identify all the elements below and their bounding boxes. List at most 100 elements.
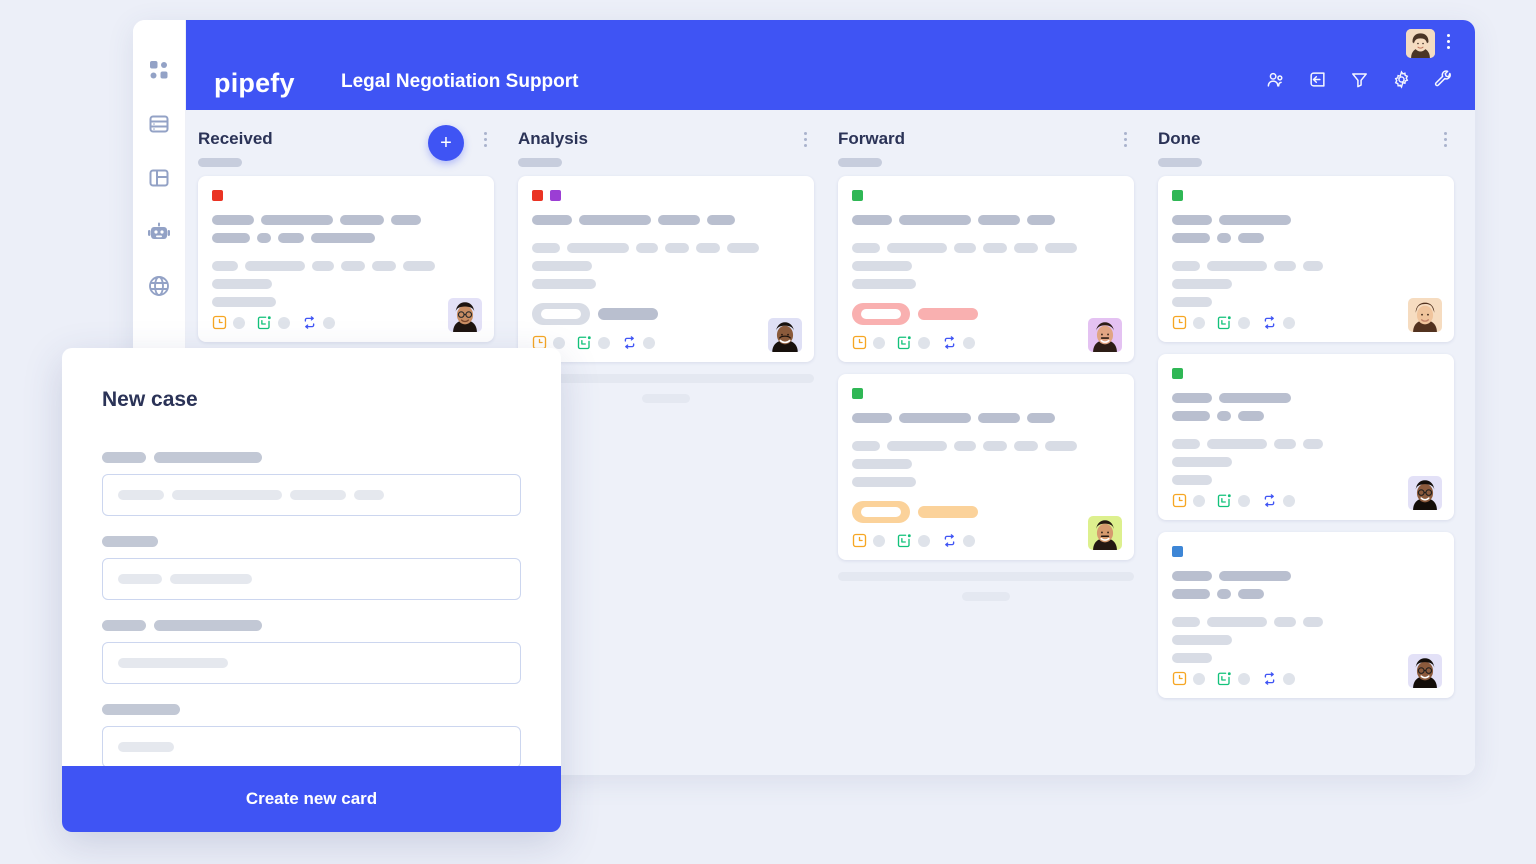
- card-status-chips: [1172, 190, 1440, 201]
- card-assignee-avatar[interactable]: [768, 318, 802, 352]
- repeat-loop-icon[interactable]: [1262, 493, 1277, 508]
- column-title: Forward: [838, 129, 906, 148]
- kanban-card[interactable]: [838, 176, 1134, 362]
- text-input[interactable]: [102, 558, 521, 600]
- kanban-card[interactable]: [1158, 176, 1454, 342]
- calendar-note-icon[interactable]: [897, 533, 912, 548]
- inbox-import-icon[interactable]: [1308, 70, 1327, 89]
- column-kebab-menu[interactable]: [1438, 132, 1452, 152]
- clock-due-date-icon[interactable]: [852, 335, 867, 350]
- form-field: [102, 536, 521, 600]
- repeat-loop-icon[interactable]: [622, 335, 637, 350]
- screen-root: pipefy Legal Negotiation Support Receive…: [0, 0, 1536, 864]
- footer-value-placeholder: [233, 316, 245, 329]
- footer-value-placeholder: [598, 336, 610, 349]
- robot-automation-icon[interactable]: [147, 220, 171, 244]
- field-label-placeholder: [102, 452, 521, 463]
- repeat-loop-icon[interactable]: [942, 335, 957, 350]
- header-kebab-menu[interactable]: [1441, 34, 1455, 54]
- kanban-card[interactable]: [1158, 532, 1454, 698]
- status-chip: [852, 388, 863, 399]
- column-footer-pill: [642, 394, 690, 403]
- clock-due-date-icon[interactable]: [212, 315, 227, 330]
- footer-value-placeholder: [1238, 494, 1250, 507]
- grid-dashboard-icon[interactable]: [147, 58, 171, 82]
- calendar-note-icon[interactable]: [897, 335, 912, 350]
- database-list-icon[interactable]: [147, 112, 171, 136]
- avatar-face-icon: [1408, 476, 1442, 510]
- card-status-chips: [212, 190, 480, 201]
- card-footer: [532, 335, 800, 350]
- column-kebab-menu[interactable]: [1118, 132, 1132, 152]
- avatar-face-icon: [1088, 516, 1122, 550]
- text-input[interactable]: [102, 726, 521, 768]
- clock-due-date-icon[interactable]: [1172, 493, 1187, 508]
- card-status-chips: [532, 190, 800, 201]
- calendar-note-icon[interactable]: [1217, 671, 1232, 686]
- repeat-loop-icon[interactable]: [302, 315, 317, 330]
- calendar-note-icon[interactable]: [257, 315, 272, 330]
- card-assignee-avatar[interactable]: [1408, 298, 1442, 332]
- card-tag-bar: [918, 308, 978, 320]
- kanban-card[interactable]: [198, 176, 494, 342]
- calendar-note-icon[interactable]: [1217, 315, 1232, 330]
- card-status-chips: [852, 388, 1120, 399]
- column-kebab-menu[interactable]: [798, 132, 812, 152]
- footer-value-placeholder: [1283, 316, 1295, 329]
- clock-due-date-icon[interactable]: [1172, 315, 1187, 330]
- status-chip: [532, 190, 543, 201]
- add-card-button[interactable]: +: [428, 125, 464, 161]
- text-input[interactable]: [102, 642, 521, 684]
- kanban-card[interactable]: [1158, 354, 1454, 520]
- calendar-note-icon[interactable]: [1217, 493, 1232, 508]
- status-chip: [1172, 368, 1183, 379]
- card-assignee-avatar[interactable]: [448, 298, 482, 332]
- card-footer: [1172, 493, 1440, 508]
- card-status-chips: [852, 190, 1120, 201]
- clock-due-date-icon[interactable]: [1172, 671, 1187, 686]
- gear-settings-icon[interactable]: [1392, 70, 1411, 89]
- card-status-chips: [1172, 368, 1440, 379]
- card-tag-pill: [532, 303, 590, 325]
- create-new-card-button[interactable]: Create new card: [62, 766, 561, 832]
- card-status-chips: [1172, 546, 1440, 557]
- column-footer-bar: [518, 374, 814, 383]
- clock-due-date-icon[interactable]: [852, 533, 867, 548]
- card-assignee-avatar[interactable]: [1088, 516, 1122, 550]
- members-icon[interactable]: [1266, 70, 1285, 89]
- text-input[interactable]: [102, 474, 521, 516]
- wrench-tools-icon[interactable]: [1434, 70, 1453, 89]
- footer-value-placeholder: [1238, 672, 1250, 685]
- footer-value-placeholder: [873, 534, 885, 547]
- calendar-note-icon[interactable]: [577, 335, 592, 350]
- column-header: Done: [1158, 124, 1454, 176]
- card-assignee-avatar[interactable]: [1408, 476, 1442, 510]
- column-kebab-menu[interactable]: [478, 132, 492, 152]
- form-field: [102, 704, 521, 768]
- header-toolbar: [1266, 70, 1453, 89]
- repeat-loop-icon[interactable]: [1262, 315, 1277, 330]
- footer-value-placeholder: [553, 336, 565, 349]
- footer-value-placeholder: [278, 316, 290, 329]
- globe-portal-icon[interactable]: [147, 274, 171, 298]
- repeat-loop-icon[interactable]: [942, 533, 957, 548]
- avatar-face-icon: [1408, 298, 1442, 332]
- status-chip: [852, 190, 863, 201]
- column-subtitle-placeholder: [518, 158, 562, 167]
- card-assignee-avatar[interactable]: [1088, 318, 1122, 352]
- status-chip: [550, 190, 561, 201]
- column-subtitle-placeholder: [838, 158, 882, 167]
- card-assignee-avatar[interactable]: [1408, 654, 1442, 688]
- filter-icon[interactable]: [1350, 70, 1369, 89]
- pipefy-logo[interactable]: pipefy: [214, 68, 295, 99]
- layout-panel-icon[interactable]: [147, 166, 171, 190]
- column-footer-pill: [962, 592, 1010, 601]
- footer-value-placeholder: [1193, 316, 1205, 329]
- kanban-card[interactable]: [838, 374, 1134, 560]
- avatar[interactable]: [1406, 29, 1435, 58]
- card-footer: [1172, 315, 1440, 330]
- repeat-loop-icon[interactable]: [1262, 671, 1277, 686]
- avatar-face-icon: [1088, 318, 1122, 352]
- column-title: Done: [1158, 129, 1201, 148]
- kanban-card[interactable]: [518, 176, 814, 362]
